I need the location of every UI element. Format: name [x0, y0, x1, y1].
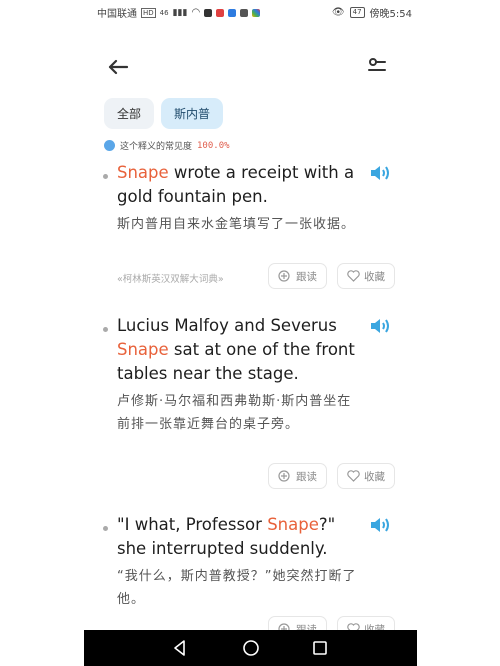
status-right: 👁 47 傍晚5:54 — [332, 5, 412, 20]
filter-icon — [368, 58, 386, 71]
wifi-icon: ◠ — [191, 7, 201, 18]
back-arrow-icon — [108, 59, 129, 75]
app-notification-icon — [216, 8, 225, 17]
frequency-dot-icon — [104, 140, 115, 151]
microphone-icon — [278, 470, 290, 482]
battery-icon: 47 — [349, 7, 365, 18]
nav-home-icon[interactable] — [239, 636, 263, 660]
collect-button[interactable]: 收藏 — [337, 616, 395, 630]
system-nav-bar — [84, 630, 417, 666]
collect-label: 收藏 — [364, 623, 385, 631]
follow-read-button[interactable]: 跟读 — [268, 616, 327, 630]
keyword: Snape — [117, 340, 169, 359]
example-entry: "I what, Professor Snape?" she interrupt… — [103, 513, 403, 630]
example-english: Snape wrote a receipt with a gold founta… — [117, 161, 357, 209]
heart-icon — [347, 470, 360, 482]
heart-icon — [347, 270, 360, 282]
tab-bar: 全部 斯内普 — [104, 98, 224, 129]
eye-comfort-icon: 👁 — [331, 7, 345, 18]
collect-button[interactable]: 收藏 — [337, 263, 395, 289]
header — [0, 50, 500, 84]
frequency-label: 这个释义的常见度 — [120, 142, 193, 152]
back-button[interactable] — [103, 52, 133, 82]
status-left: 中国联通 HD 46 ▮▮▮ ◠ — [97, 5, 261, 20]
filter-button[interactable] — [362, 52, 392, 82]
example-chinese: “我什么，斯内普教授？”她突然打断了他。 — [117, 569, 357, 607]
hd-badge: HD — [141, 7, 156, 18]
clock: 傍晚5:54 — [369, 9, 412, 20]
example-english: Lucius Malfoy and Severus Snape sat at o… — [117, 314, 357, 386]
example-entry: Lucius Malfoy and Severus Snape sat at o… — [103, 314, 403, 489]
follow-read-label: 跟读 — [296, 470, 317, 483]
follow-read-button[interactable]: 跟读 — [268, 463, 327, 489]
frequency-info: 这个释义的常见度 100.0% — [104, 139, 230, 152]
speaker-icon[interactable] — [369, 317, 393, 335]
network-badge: 46 — [159, 8, 169, 17]
tab-snape[interactable]: 斯内普 — [161, 98, 224, 129]
sentence-text: "I what, Professor — [117, 515, 268, 534]
bullet-icon — [103, 526, 108, 531]
app-notification-icon — [204, 8, 213, 17]
keyword: Snape — [267, 515, 319, 534]
keyword: Snape — [117, 163, 169, 182]
sentence-text: Lucius Malfoy and Severus — [117, 316, 337, 335]
app-notification-icon — [252, 8, 261, 17]
heart-icon — [347, 623, 360, 630]
example-chinese: 卢修斯·马尔福和西弗勒斯·斯内普坐在前排一张靠近舞台的桌子旁。 — [117, 394, 352, 432]
app-notification-icon — [240, 8, 249, 17]
status-bar: 中国联通 HD 46 ▮▮▮ ◠ 👁 47 傍晚5:54 — [0, 0, 500, 24]
collect-label: 收藏 — [364, 270, 385, 283]
tab-all[interactable]: 全部 — [104, 98, 155, 129]
speaker-icon[interactable] — [369, 164, 393, 182]
bullet-icon — [103, 327, 108, 332]
frequency-value: 100.0% — [197, 140, 230, 151]
follow-read-label: 跟读 — [296, 270, 317, 283]
follow-read-button[interactable]: 跟读 — [268, 263, 327, 289]
example-entry: Snape wrote a receipt with a gold founta… — [103, 161, 403, 291]
example-chinese: 斯内普用自来水金笔填写了一张收据。 — [117, 217, 356, 232]
app-notification-icon — [228, 8, 237, 17]
nav-back-icon[interactable] — [168, 636, 192, 660]
collect-button[interactable]: 收藏 — [337, 463, 395, 489]
microphone-icon — [278, 623, 290, 630]
bullet-icon — [103, 174, 108, 179]
example-english: "I what, Professor Snape?" she interrupt… — [117, 513, 357, 561]
signal-icon: ▮▮▮ — [172, 7, 188, 18]
speaker-icon[interactable] — [369, 516, 393, 534]
collect-label: 收藏 — [364, 470, 385, 483]
nav-recents-icon[interactable] — [308, 636, 332, 660]
follow-read-label: 跟读 — [296, 623, 317, 631]
carrier-label: 中国联通 — [97, 9, 137, 20]
microphone-icon — [278, 270, 290, 282]
source-label: «柯林斯英汉双解大词典» — [117, 274, 224, 285]
